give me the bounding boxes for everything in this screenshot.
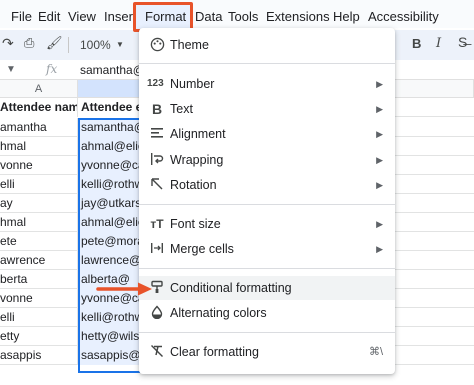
- name-cell[interactable]: etty: [0, 327, 78, 346]
- menu-extensions[interactable]: Extensions: [266, 9, 330, 25]
- menu-accessibility[interactable]: Accessibility: [368, 9, 439, 25]
- menu-item-label: Number: [170, 77, 215, 91]
- menu-item-label: Text: [170, 102, 193, 116]
- name-cell[interactable]: elli: [0, 308, 78, 327]
- name-cell[interactable]: ay: [0, 194, 78, 213]
- name-cell[interactable]: asappis: [0, 346, 78, 365]
- menu-item-conditional-formatting[interactable]: Conditional formatting: [139, 276, 395, 300]
- header-attendee-name[interactable]: Attendee name: [0, 98, 78, 117]
- menu-item-label: Theme: [170, 38, 209, 52]
- fx-label: fx: [46, 62, 58, 76]
- menu-insert[interactable]: Insert: [104, 9, 134, 25]
- menu-divider: [139, 268, 395, 269]
- bold-button[interactable]: B: [412, 37, 421, 51]
- menu-format[interactable]: Format: [145, 9, 186, 25]
- menu-divider: [139, 204, 395, 205]
- toolbar-divider: [68, 37, 69, 53]
- menu-file[interactable]: File: [11, 9, 32, 25]
- menu-item-label: Alignment: [170, 127, 226, 141]
- menu-help[interactable]: Help: [333, 9, 360, 25]
- chevron-right-icon: ▶: [376, 180, 383, 190]
- clear-formatting-shortcut: ⌘\: [368, 346, 383, 358]
- menu-bar: File Edit View Insert Data Tools Extensi…: [0, 6, 474, 28]
- menu-item-text[interactable]: B Text ▶: [139, 97, 395, 121]
- menu-item-label: Merge cells: [170, 242, 234, 256]
- name-cell[interactable]: vonne: [0, 156, 78, 175]
- merge-cells-icon: [149, 241, 165, 257]
- chevron-right-icon: ▶: [376, 104, 383, 114]
- menu-item-number[interactable]: 123 Number ▶: [139, 72, 395, 96]
- chevron-right-icon: ▶: [376, 244, 383, 254]
- menu-item-alignment[interactable]: Alignment ▶: [139, 122, 395, 146]
- text-rotation-icon: [149, 177, 165, 193]
- bold-b-icon: B: [151, 101, 163, 117]
- menu-item-merge-cells[interactable]: Merge cells ▶: [139, 237, 395, 261]
- menu-data[interactable]: Data: [195, 9, 222, 25]
- redo-icon[interactable]: ↷: [2, 36, 14, 50]
- menu-item-clear-formatting[interactable]: Clear formatting ⌘\: [139, 340, 395, 364]
- menu-item-label: Wrapping: [170, 153, 224, 167]
- chevron-down-icon[interactable]: ▼: [116, 38, 124, 52]
- menu-view[interactable]: View: [68, 9, 96, 25]
- menu-item-alternating-colors[interactable]: Alternating colors: [139, 301, 395, 325]
- number-format-icon: 123: [147, 78, 164, 89]
- menu-item-theme[interactable]: Theme: [139, 33, 395, 57]
- menu-item-rotation[interactable]: Rotation ▶: [139, 173, 395, 197]
- paint-format-icon[interactable]: 🖌︎: [46, 36, 63, 50]
- chevron-right-icon: ▶: [376, 219, 383, 229]
- name-cell[interactable]: ete: [0, 232, 78, 251]
- menu-item-label: Rotation: [170, 178, 217, 192]
- chevron-right-icon: ▶: [376, 79, 383, 89]
- menu-tools[interactable]: Tools: [228, 9, 258, 25]
- menu-item-label: Conditional formatting: [170, 281, 292, 295]
- strikethrough-icon[interactable]: S̶: [458, 35, 467, 49]
- font-size-icon: тT: [150, 217, 164, 231]
- menu-edit[interactable]: Edit: [38, 9, 60, 25]
- name-cell[interactable]: berta: [0, 270, 78, 289]
- zoom-select[interactable]: 100%: [80, 38, 111, 52]
- chevron-right-icon: ▶: [376, 129, 383, 139]
- menu-divider: [139, 63, 395, 64]
- chevron-right-icon: ▶: [376, 155, 383, 165]
- column-header-a[interactable]: A: [0, 80, 78, 98]
- annotation-arrow-icon: [96, 282, 152, 296]
- name-box-chevron-icon[interactable]: ▼: [6, 63, 16, 77]
- italic-button[interactable]: I: [436, 37, 441, 51]
- menu-item-label: Font size: [170, 217, 221, 231]
- menu-item-label: Clear formatting: [170, 345, 259, 359]
- name-cell[interactable]: hmal: [0, 137, 78, 156]
- clear-format-icon: [149, 344, 165, 360]
- print-icon[interactable]: ⎙: [24, 36, 34, 50]
- align-left-icon: [149, 126, 165, 142]
- name-cell[interactable]: amantha: [0, 118, 78, 137]
- wrap-text-icon: [149, 152, 165, 168]
- color-drop-icon: [149, 305, 165, 321]
- menu-item-wrapping[interactable]: Wrapping ▶: [139, 148, 395, 172]
- name-cell[interactable]: vonne: [0, 289, 78, 308]
- menu-divider: [139, 332, 395, 333]
- menu-item-label: Alternating colors: [170, 306, 267, 320]
- name-cell[interactable]: awrence: [0, 251, 78, 270]
- menu-item-font-size[interactable]: тT Font size ▶: [139, 212, 395, 236]
- palette-icon: [149, 37, 165, 53]
- format-dropdown-menu: Theme 123 Number ▶ B Text ▶ Alignment ▶ …: [139, 28, 395, 374]
- name-cell[interactable]: hmal: [0, 213, 78, 232]
- name-cell[interactable]: elli: [0, 175, 78, 194]
